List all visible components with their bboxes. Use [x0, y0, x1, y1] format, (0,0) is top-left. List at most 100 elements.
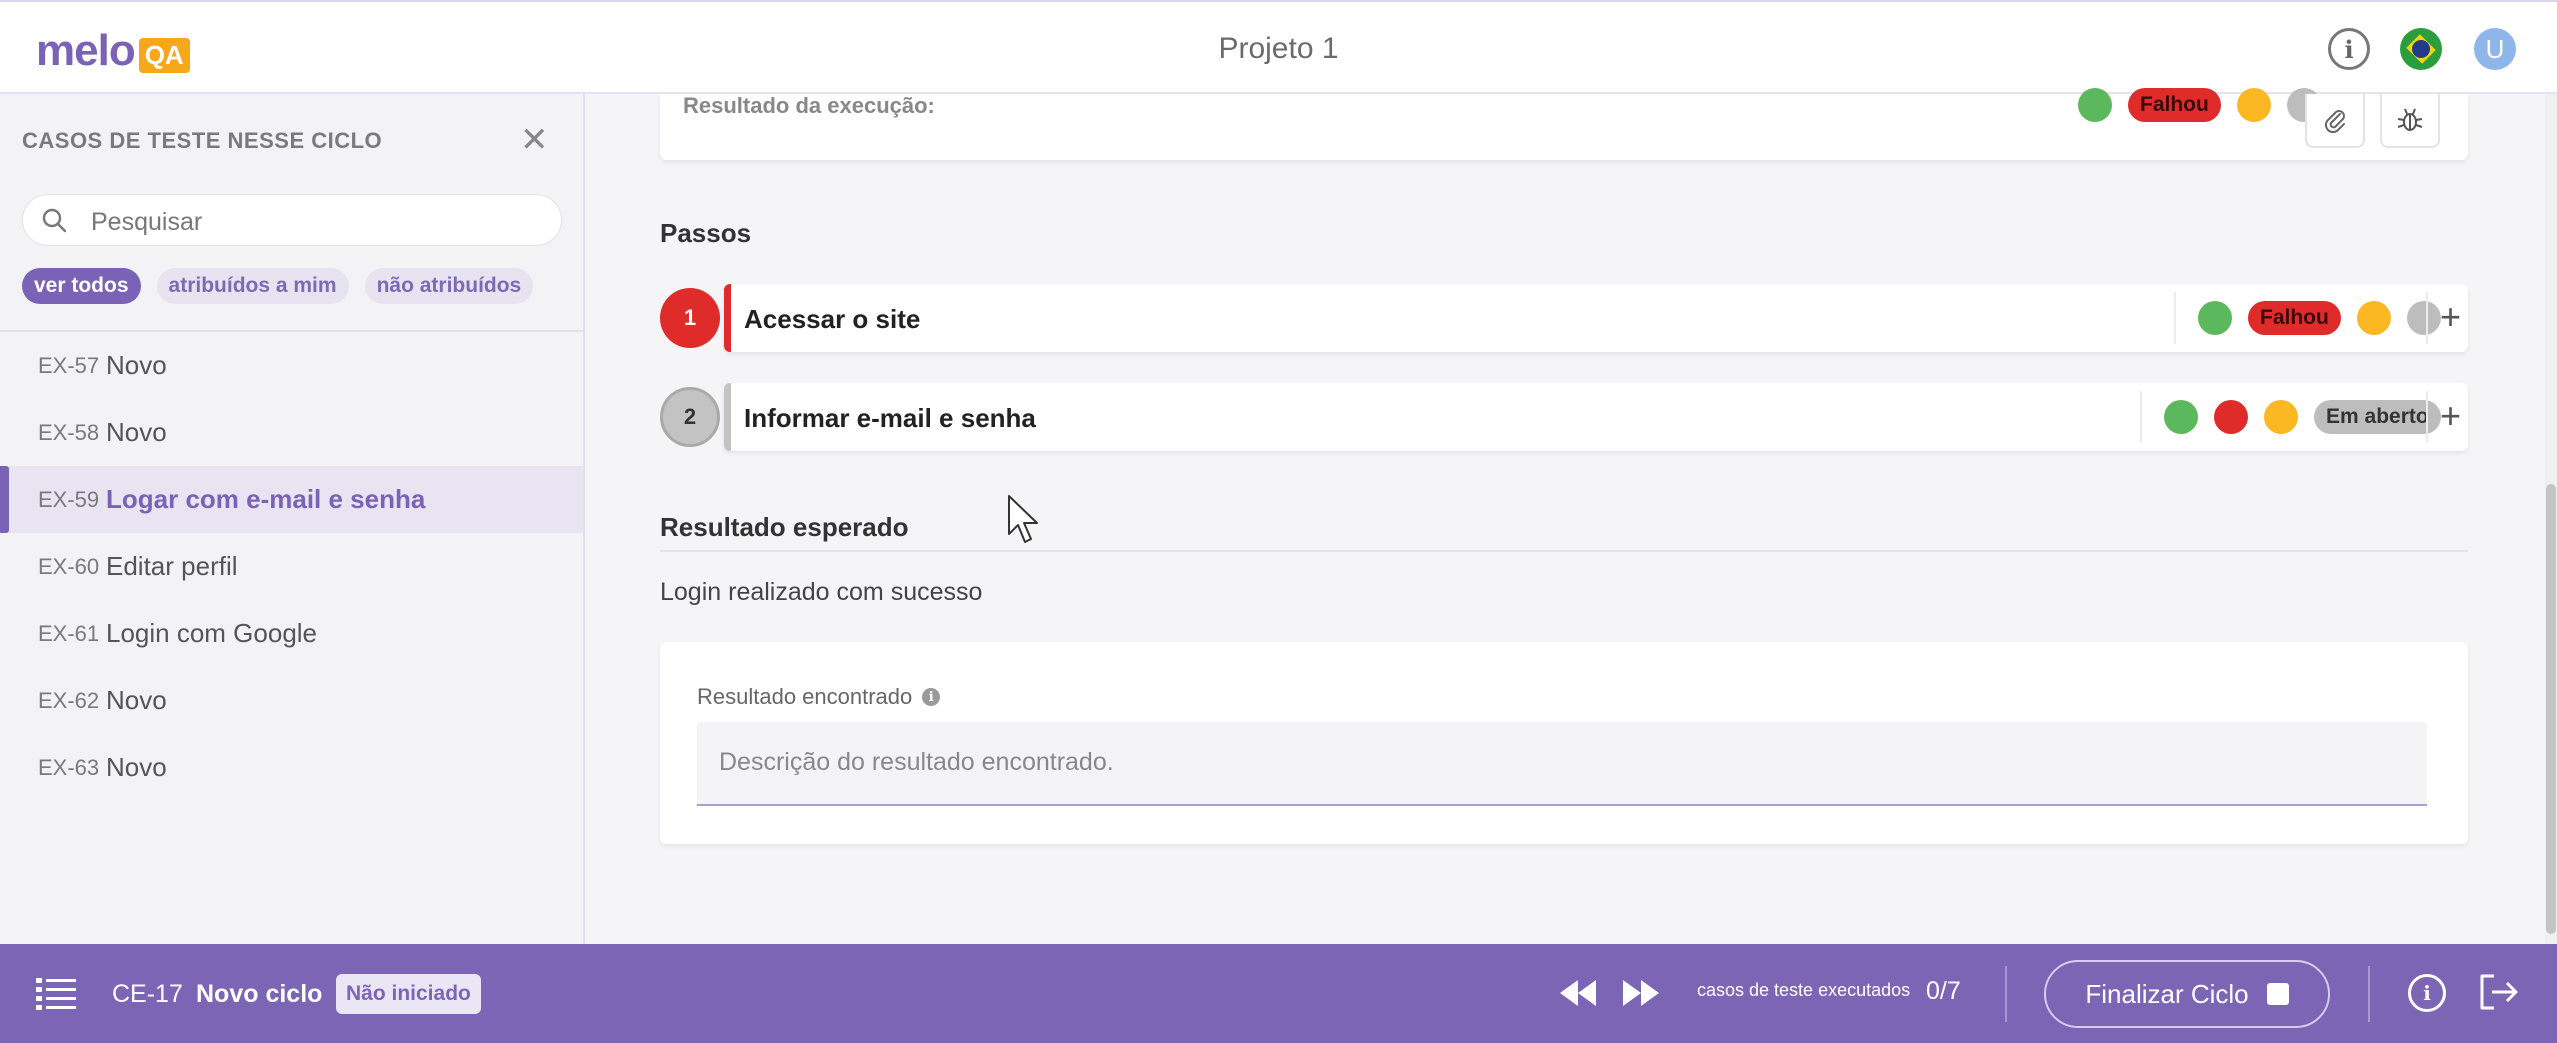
item-code: EX-58: [38, 419, 100, 445]
add-icon[interactable]: +: [2440, 296, 2461, 338]
filter-assigned-to-me[interactable]: atribuídos a mim: [156, 268, 349, 304]
found-result-label: Resultado encontrado i: [697, 684, 941, 710]
cycle-name: Novo ciclo: [196, 980, 323, 1008]
item-name: Novo: [106, 752, 167, 782]
search-icon: [42, 208, 67, 233]
step-label: Informar e-mail e senha: [744, 403, 1036, 433]
list-item[interactable]: EX-58 Novo: [0, 399, 583, 466]
execution-status-selector: Falhou: [2078, 88, 2321, 122]
step-row: 1 Acessar o site Falhou +: [660, 284, 2468, 352]
scrollbar-thumb[interactable]: [2546, 484, 2556, 934]
test-case-sidebar: CASOS DE TESTE NESSE CICLO ✕ Pesquisar v…: [0, 94, 585, 944]
step-status-selector: Em aberto: [2164, 400, 2441, 434]
filter-unassigned[interactable]: não atribuídos: [364, 268, 534, 304]
expected-result-text: Login realizado com sucesso: [660, 578, 983, 606]
add-icon[interactable]: +: [2440, 395, 2461, 437]
main-content: Resultado da execução: Falhou Passos 1 A…: [587, 88, 2542, 944]
status-fail-button[interactable]: Falhou: [2128, 88, 2221, 122]
step-status-selector: Falhou: [2198, 301, 2441, 335]
status-pass-button[interactable]: [2078, 88, 2112, 122]
status-fail-button[interactable]: [2214, 400, 2248, 434]
cycle-footer: CE-17 Novo ciclo Não iniciado casos de t…: [0, 944, 2557, 1043]
avatar[interactable]: U: [2474, 28, 2516, 70]
list-item[interactable]: EX-61 Login com Google: [0, 600, 583, 667]
list-icon[interactable]: [36, 976, 76, 1010]
project-title: Projeto 1: [1218, 32, 1339, 65]
info-icon[interactable]: i: [2328, 28, 2370, 70]
divider: [2005, 966, 2007, 1022]
item-code: EX-60: [38, 553, 100, 579]
item-code: EX-63: [38, 754, 100, 780]
step-status-accent: [724, 383, 731, 451]
list-item[interactable]: EX-63 Novo: [0, 734, 583, 801]
list-item[interactable]: EX-60 Editar perfil: [0, 533, 583, 600]
item-name: Editar perfil: [106, 551, 238, 581]
brazil-flag-icon[interactable]: [2400, 28, 2442, 70]
step-status-accent: [724, 284, 731, 352]
found-result-card: Resultado encontrado i Descrição do resu…: [660, 642, 2468, 844]
search-placeholder: Pesquisar: [91, 208, 203, 236]
list-item[interactable]: EX-57 Novo: [0, 332, 583, 399]
status-blocked-button[interactable]: [2264, 400, 2298, 434]
step-row: 2 Informar e-mail e senha Em aberto +: [660, 383, 2468, 451]
step-number: 1: [660, 288, 720, 348]
status-blocked-button[interactable]: [2356, 301, 2391, 335]
scrollbar[interactable]: [2545, 94, 2557, 944]
search-input[interactable]: Pesquisar: [22, 194, 562, 246]
found-result-label-text: Resultado encontrado: [697, 684, 913, 709]
test-case-list: EX-57 Novo EX-58 Novo EX-59 Logar com e-…: [0, 332, 583, 801]
divider: [2426, 391, 2428, 443]
item-name: Novo: [106, 350, 167, 380]
close-icon[interactable]: ✕: [520, 120, 549, 160]
execution-result-card: Resultado da execução: Falhou: [660, 88, 2468, 160]
logout-icon[interactable]: [2478, 972, 2520, 1012]
filter-chips: ver todos atribuídos a mim não atribuído…: [22, 268, 534, 304]
step-card[interactable]: Informar e-mail e senha Em aberto +: [724, 383, 2468, 451]
list-item-selected[interactable]: EX-59 Logar com e-mail e senha: [0, 466, 583, 533]
found-result-placeholder: Descrição do resultado encontrado.: [719, 748, 1114, 776]
item-name: Novo: [106, 685, 167, 715]
sidebar-title: CASOS DE TESTE NESSE CICLO: [22, 128, 383, 153]
bug-icon: [2397, 108, 2423, 131]
attach-button[interactable]: [2305, 94, 2365, 148]
next-icon[interactable]: [1621, 978, 1661, 1008]
status-blocked-button[interactable]: [2236, 88, 2271, 122]
status-open-button[interactable]: Em aberto: [2314, 400, 2441, 434]
found-result-input[interactable]: Descrição do resultado encontrado.: [697, 722, 2427, 806]
item-code: EX-59: [38, 486, 100, 512]
status-open-button[interactable]: [2406, 301, 2441, 335]
mouse-cursor-icon: [1008, 495, 1038, 543]
step-label: Acessar o site: [744, 304, 921, 334]
divider: [2140, 391, 2142, 443]
finish-cycle-button[interactable]: Finalizar Ciclo: [2044, 960, 2330, 1028]
expected-result-title: Resultado esperado: [660, 512, 909, 542]
info-icon[interactable]: i: [2408, 974, 2446, 1012]
finish-cycle-label: Finalizar Ciclo: [2085, 978, 2249, 1009]
list-item[interactable]: EX-62 Novo: [0, 667, 583, 734]
divider: [660, 550, 2468, 552]
info-icon[interactable]: i: [922, 688, 941, 706]
report-bug-button[interactable]: [2380, 94, 2440, 148]
steps-title: Passos: [660, 218, 752, 248]
item-name: Logar com e-mail e senha: [106, 484, 426, 514]
step-card[interactable]: Acessar o site Falhou +: [724, 284, 2468, 352]
filter-all[interactable]: ver todos: [22, 268, 141, 304]
divider: [2174, 292, 2176, 344]
item-name: Login com Google: [106, 618, 318, 648]
executed-cases-count: 0/7: [1926, 977, 1961, 1005]
status-badge: Não iniciado: [336, 974, 481, 1014]
previous-icon[interactable]: [1558, 978, 1598, 1008]
status-pass-button[interactable]: [2198, 301, 2232, 335]
item-code: EX-61: [38, 620, 100, 646]
paperclip-icon: [2324, 110, 2345, 134]
status-pass-button[interactable]: [2164, 400, 2198, 434]
item-name: Novo: [106, 417, 167, 447]
step-number: 2: [660, 387, 720, 447]
stop-icon: [2266, 983, 2289, 1005]
status-fail-button[interactable]: Falhou: [2248, 301, 2341, 335]
divider: [2426, 292, 2428, 344]
divider: [2368, 966, 2370, 1022]
app-header: melo QA Projeto 1 i U: [0, 0, 2557, 94]
executed-cases-label: casos de teste executados: [1697, 980, 1911, 1000]
item-code: EX-57: [38, 352, 100, 378]
